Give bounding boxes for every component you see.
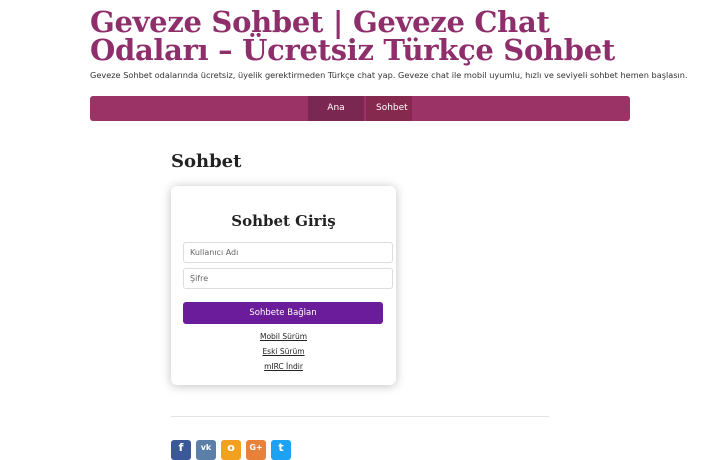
old-version-link[interactable]: Eski Sürüm [171, 347, 396, 356]
login-title: Sohbet Giriş [231, 212, 336, 230]
nav-item-sohbet[interactable]: Sohbet [366, 96, 412, 121]
mirc-download-link[interactable]: mIRC İndir [171, 362, 396, 371]
site-tagline: Geveze Sohbet odalarında ücretsiz, üyeli… [90, 70, 688, 80]
password-input[interactable] [183, 268, 393, 289]
vk-icon[interactable]: vk [196, 440, 216, 460]
login-card: Sohbet Giriş Sohbete Bağlan Mobil Sürüm … [171, 186, 396, 385]
main-navbar: Ana sayfa Sohbet [90, 96, 630, 138]
share-buttons: f vk o G+ t [171, 440, 296, 460]
nav-menu: Ana sayfa Sohbet [308, 96, 412, 138]
page-title: Sohbet [171, 151, 242, 172]
twitter-icon[interactable]: t [271, 440, 291, 460]
google-plus-icon[interactable]: G+ [246, 440, 266, 460]
username-input[interactable] [183, 242, 393, 263]
site-title[interactable]: Geveze Sohbet | Geveze Chat Odaları – Üc… [90, 8, 650, 65]
connect-button[interactable]: Sohbete Bağlan [183, 302, 383, 324]
content-divider [171, 416, 549, 417]
mobile-version-link[interactable]: Mobil Sürüm [171, 332, 396, 341]
nav-item-home[interactable]: Ana sayfa [308, 96, 364, 138]
odnoklassniki-icon[interactable]: o [221, 440, 241, 460]
facebook-icon[interactable]: f [171, 440, 191, 460]
